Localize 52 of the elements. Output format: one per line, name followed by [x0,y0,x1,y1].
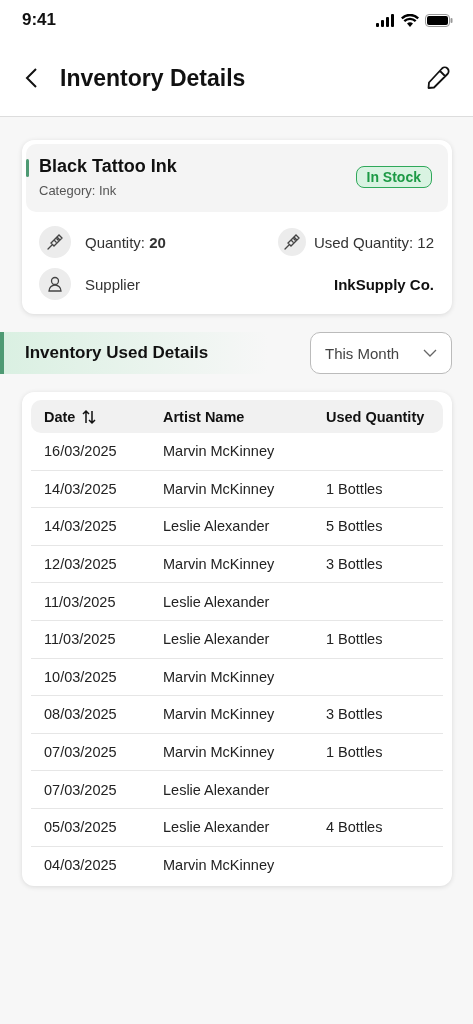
battery-icon [425,13,453,27]
column-header: Artist Name [163,408,245,425]
quantity-cell-text: 1 Bottles [325,480,384,497]
quantity-cell-text: 3 Bottles [325,706,384,723]
artist-cell-text: Marvin McKinney [162,443,276,460]
column-header: Date [44,408,76,425]
artist-cell-text: Marvin McKinney [162,668,276,685]
artist-cell-text: Marvin McKinney [162,480,276,497]
edit-button[interactable] [425,65,451,91]
artist-cell-text: Marvin McKinney [162,856,276,873]
date-cell-text: 12/03/2025 [43,556,118,573]
sort-icon[interactable] [81,408,98,425]
artist-cell-text: Marvin McKinney [162,556,276,573]
status-badge: In Stock [355,166,432,188]
date-cell-text: 05/03/2025 [43,819,118,836]
supplier-label: Supplier [85,275,141,293]
artist-cell-text: Marvin McKinney [162,706,276,723]
signal-icon [376,13,395,27]
status-time: 9:41 [22,10,57,30]
supplier-name: InkSupply Co. [334,275,434,293]
item-name: Black Tattoo Ink [39,156,178,177]
period-dropdown[interactable]: This Month [310,332,452,374]
quantity-cell-text: 5 Bottles [325,518,384,535]
quantity-text: Quantity: 20 [85,233,166,251]
date-cell-text: 07/03/2025 [43,781,118,798]
date-cell-text: 04/03/2025 [43,856,118,873]
date-cell-text: 14/03/2025 [43,518,118,535]
artist-cell-text: Leslie Alexander [162,593,271,610]
quantity-cell-text: 1 Bottles [325,631,384,648]
item-category: Category: Ink [39,183,118,198]
back-button[interactable] [24,67,40,89]
artist-cell-text: Leslie Alexander [162,631,271,648]
column-header: Used Quantity [326,408,425,425]
date-cell-text: 07/03/2025 [43,744,118,761]
date-cell-text: 10/03/2025 [43,668,118,685]
date-cell-text: 08/03/2025 [43,706,118,723]
artist-cell-text: Leslie Alexander [162,819,271,836]
quantity-cell-text: 1 Bottles [325,744,384,761]
date-cell-text: 11/03/2025 [43,631,117,648]
artist-cell-text: Leslie Alexander [162,781,271,798]
person-icon [39,268,71,300]
used-quantity-text: Used Quantity: 12 [313,233,434,251]
date-cell-text: 14/03/2025 [43,480,118,497]
quantity-cell-text: 3 Bottles [325,556,384,573]
artist-cell-text: Marvin McKinney [162,744,276,761]
date-cell-text: 11/03/2025 [43,593,117,610]
wifi-icon [401,13,419,27]
page-title: Inventory Details [60,64,247,92]
artist-cell-text: Leslie Alexander [162,518,271,535]
quantity-cell-text: 4 Bottles [325,819,384,836]
chevron-down-icon [423,349,437,357]
date-cell-text: 16/03/2025 [43,443,118,460]
